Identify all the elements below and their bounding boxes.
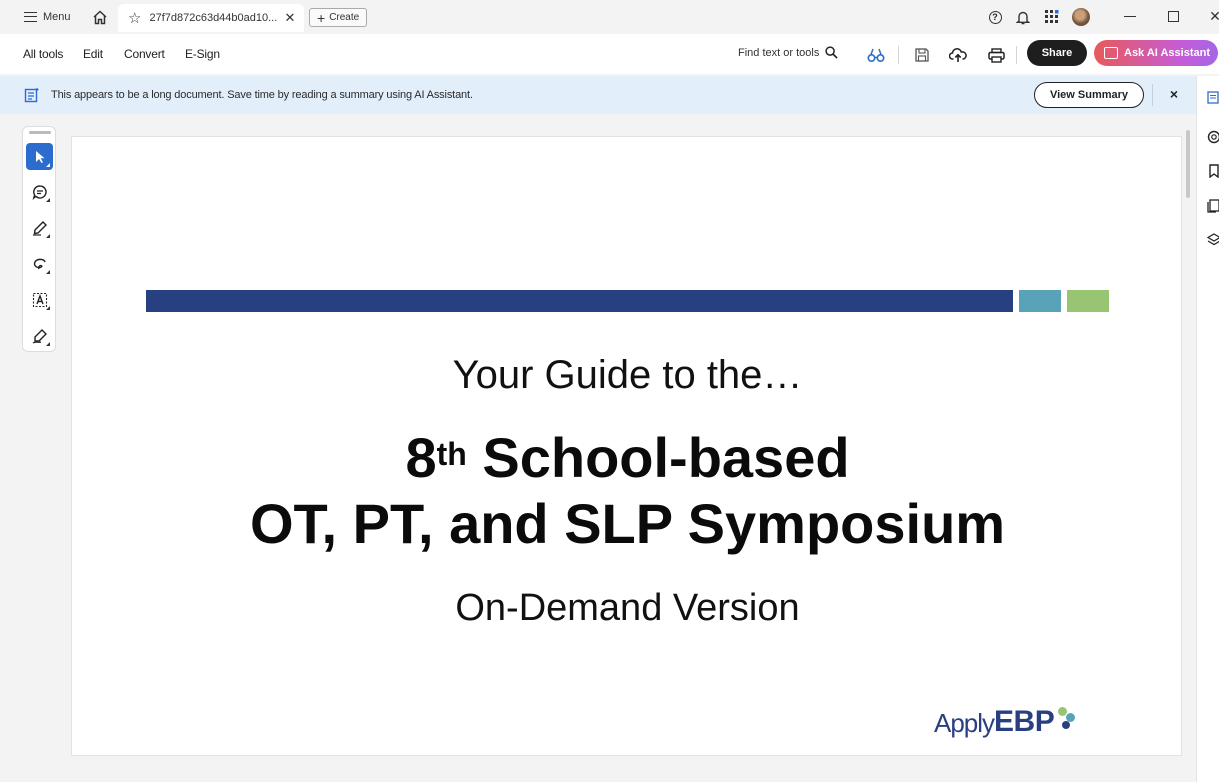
view-summary-button[interactable]: View Summary xyxy=(1034,82,1144,108)
comment-tool-button[interactable] xyxy=(26,178,53,205)
create-button[interactable]: + Create xyxy=(309,8,368,27)
avatar[interactable] xyxy=(1072,8,1090,26)
toolbar-separator xyxy=(898,46,899,64)
bell-icon xyxy=(1016,11,1030,24)
menu-edit[interactable]: Edit xyxy=(83,47,103,61)
menu-button[interactable]: Menu xyxy=(24,7,71,27)
logo-apply-text: Apply xyxy=(934,708,995,738)
hamburger-icon xyxy=(24,12,37,22)
tab-close-icon[interactable]: ✕ xyxy=(282,10,298,26)
banner-close-icon[interactable]: × xyxy=(1166,86,1182,102)
select-tool-button[interactable] xyxy=(26,143,53,170)
help-icon: ? xyxy=(988,10,1002,24)
title-bar: Menu ☆ 27f7d872c63d44b0ad10... ✕ + Creat… xyxy=(0,0,1219,34)
document-version: On-Demand Version xyxy=(455,587,800,629)
logo-dots-icon xyxy=(1056,705,1078,739)
layers-icon[interactable] xyxy=(1207,233,1219,247)
share-button[interactable]: Share xyxy=(1027,40,1087,66)
find-label: Find text or tools xyxy=(738,46,820,59)
maximize-icon xyxy=(1167,10,1179,22)
glasses-icon xyxy=(867,48,885,63)
ai-summary-panel-icon[interactable] xyxy=(1207,90,1219,104)
document-tab[interactable]: ☆ 27f7d872c63d44b0ad10... ✕ xyxy=(118,4,304,32)
right-panel-rail xyxy=(1196,76,1219,782)
menu-convert[interactable]: Convert xyxy=(124,47,165,61)
menu-label: Menu xyxy=(43,11,71,23)
quick-tools-rail xyxy=(22,126,56,352)
toolbar-separator xyxy=(1016,46,1017,64)
cloud-upload-icon xyxy=(949,47,967,62)
save-icon xyxy=(915,48,929,62)
create-label: Create xyxy=(329,12,360,23)
upload-button[interactable] xyxy=(948,45,968,65)
comments-panel-icon[interactable] xyxy=(1207,130,1219,144)
help-button[interactable]: ? xyxy=(986,8,1004,26)
document-title-line2: OT, PT, and SLP Symposium xyxy=(249,492,1006,555)
tab-title: 27f7d872c63d44b0ad10... xyxy=(149,12,278,24)
banner-message: This appears to be a long document. Save… xyxy=(51,89,473,101)
ai-assistant-icon xyxy=(1104,47,1118,59)
freehand-draw-icon xyxy=(33,258,46,269)
comment-icon xyxy=(32,184,47,200)
highlight-tool-button[interactable] xyxy=(26,214,53,241)
star-icon[interactable]: ☆ xyxy=(128,9,141,27)
read-aloud-button[interactable] xyxy=(866,45,886,65)
bookmark-icon[interactable] xyxy=(1207,164,1219,178)
signature-pen-icon xyxy=(32,328,47,344)
ask-ai-assistant-button[interactable]: Ask AI Assistant xyxy=(1094,40,1218,66)
apps-grid-icon xyxy=(1045,10,1059,23)
rail-drag-handle[interactable] xyxy=(29,131,51,134)
plus-icon: + xyxy=(317,9,326,26)
text-box-icon xyxy=(32,292,47,307)
decor-bar-blue xyxy=(146,290,1013,312)
cursor-arrow-icon xyxy=(35,150,44,163)
close-icon: ✕ xyxy=(1209,7,1219,24)
pen-icon xyxy=(32,220,47,236)
menu-all-tools[interactable]: All tools xyxy=(23,47,63,61)
ai-summary-banner: This appears to be a long document. Save… xyxy=(0,76,1196,114)
save-button[interactable] xyxy=(912,45,932,65)
document-summary-icon xyxy=(24,88,39,103)
sign-tool-button[interactable] xyxy=(26,322,53,349)
menu-e-sign[interactable]: E-Sign xyxy=(185,47,220,61)
title-number: 8 xyxy=(405,426,437,489)
document-title-line1: 8th School-based xyxy=(72,425,1183,491)
apps-button[interactable] xyxy=(1043,8,1061,26)
banner-separator xyxy=(1152,84,1153,106)
minimize-icon xyxy=(1124,15,1136,17)
notifications-button[interactable] xyxy=(1014,8,1032,26)
ai-assistant-label: Ask AI Assistant xyxy=(1124,47,1210,59)
printer-icon xyxy=(987,47,1005,63)
search-icon xyxy=(825,46,838,59)
minimize-button[interactable] xyxy=(1115,4,1145,28)
text-tool-button[interactable] xyxy=(26,286,53,313)
pdf-page: Your Guide to the… 8th School-based OT, … xyxy=(71,136,1182,756)
decor-bar-green xyxy=(1067,290,1109,312)
home-icon xyxy=(93,9,107,24)
logo-ebp-text: EBP xyxy=(994,705,1055,738)
document-subtitle: Your Guide to the… xyxy=(452,353,803,397)
vertical-scrollbar[interactable] xyxy=(1186,130,1190,198)
pages-panel-icon[interactable] xyxy=(1207,199,1219,213)
document-title: 8th School-based OT, PT, and SLP Symposi… xyxy=(72,425,1183,557)
maximize-button[interactable] xyxy=(1158,4,1188,28)
draw-tool-button[interactable] xyxy=(26,250,53,277)
applyebp-logo: Apply EBP xyxy=(934,705,1078,739)
find-tools-button[interactable]: Find text or tools xyxy=(738,46,838,59)
home-button[interactable] xyxy=(90,7,110,27)
main-toolbar: All tools Edit Convert E-Sign Find text … xyxy=(0,34,1219,74)
title-rest: School-based xyxy=(466,426,850,489)
decor-bar-teal xyxy=(1019,290,1061,312)
print-button[interactable] xyxy=(986,45,1006,65)
close-window-button[interactable]: ✕ xyxy=(1200,4,1219,28)
title-ordinal: th xyxy=(436,436,467,472)
